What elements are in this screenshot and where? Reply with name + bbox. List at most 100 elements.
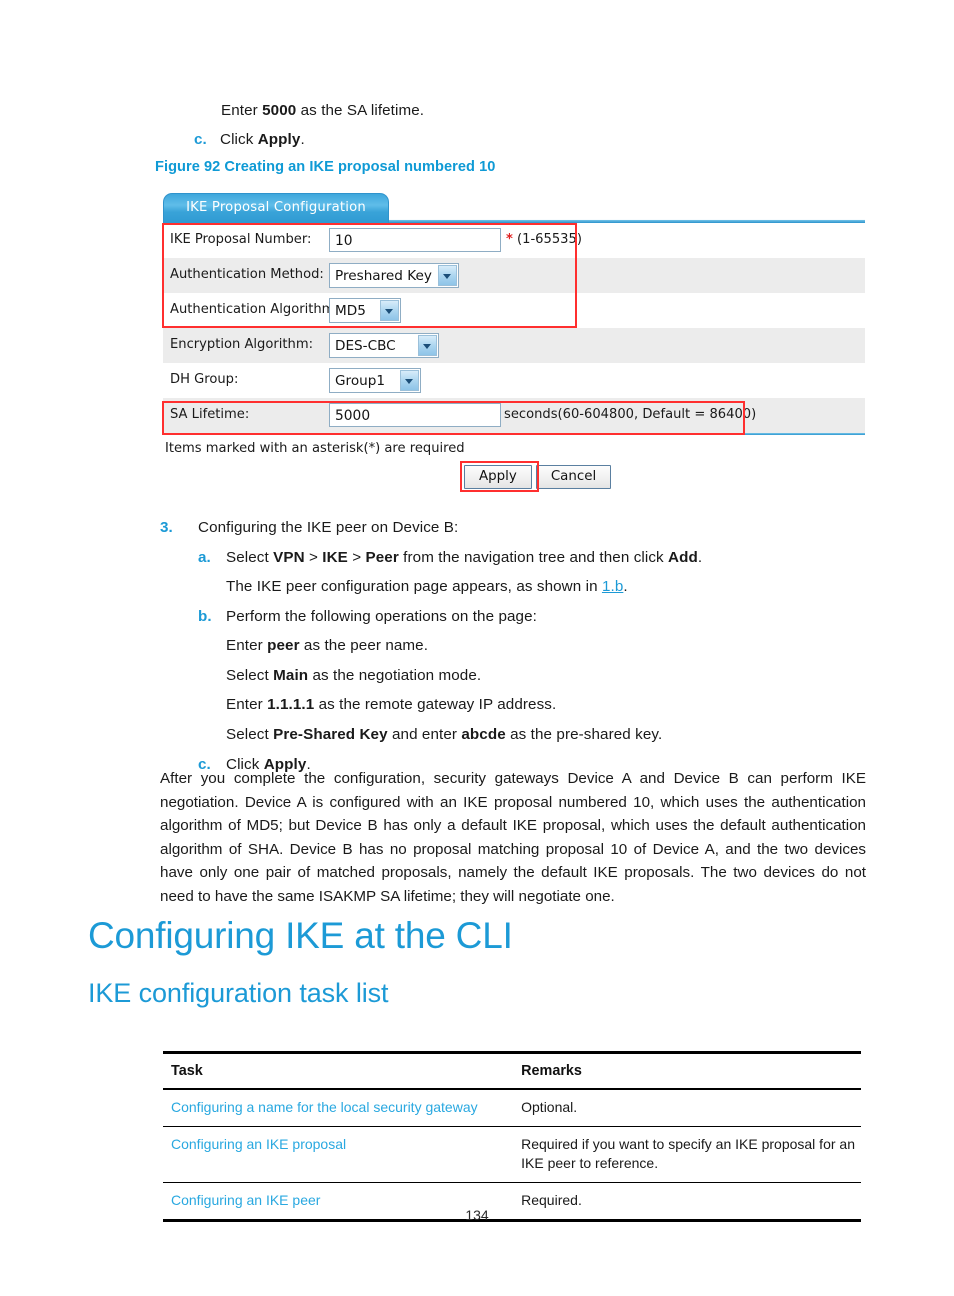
- step-3a-b2: IKE: [322, 548, 348, 566]
- chevron-down-icon[interactable]: [438, 265, 457, 286]
- item-4-t2: and enter: [387, 725, 462, 743]
- item-2-b1: Main: [273, 666, 309, 684]
- item-4-t1: Select: [226, 725, 274, 743]
- table-header-row: Task Remarks: [163, 1051, 861, 1091]
- step-3a-b4: Add: [668, 548, 698, 566]
- step-3-title-row: 3. Configuring the IKE peer on Device B:: [160, 516, 880, 540]
- step-3a-t5: .: [697, 548, 703, 566]
- step-c-bold: Apply: [257, 131, 301, 148]
- chevron-down-icon[interactable]: [380, 300, 399, 321]
- step-3b-row: b. Perform the following operations on th…: [160, 605, 880, 629]
- instruction-enter-sa-lifetime: Enter 5000 as the SA lifetime.: [221, 99, 424, 123]
- item-4-b2: abcde: [461, 725, 506, 743]
- section-heading-1: Configuring IKE at the CLI: [88, 915, 513, 956]
- chevron-down-icon[interactable]: [418, 335, 437, 356]
- table-row: Configuring a name for the local securit…: [163, 1089, 861, 1127]
- step-3a-t4: from the navigation tree and then click: [398, 548, 669, 566]
- item-4-b1: Pre-Shared Key: [273, 725, 388, 743]
- task-list-table: Task Remarks Configuring a name for the …: [163, 1051, 861, 1222]
- step-c-click-apply: c. Click Apply.: [194, 128, 305, 152]
- select-encryption-algorithm-value: DES-CBC: [335, 338, 396, 354]
- hint-sa-lifetime: seconds(60-604800, Default = 86400): [504, 407, 757, 422]
- table-header-remarks: Remarks: [513, 1051, 861, 1091]
- figure-bottom-accent-line: [163, 433, 865, 435]
- instruction-text-prefix: Enter: [221, 102, 263, 119]
- task-link-local-security-gateway[interactable]: Configuring a name for the local securit…: [171, 1099, 478, 1115]
- step-3b-item-1: Enter peer as the peer name.: [160, 634, 880, 658]
- form-rows: IKE Proposal Number: 10 * (1-65535) Auth…: [163, 223, 865, 433]
- step-3a-b1: VPN: [273, 548, 305, 566]
- table-cell-task: Configuring an IKE proposal: [163, 1126, 514, 1183]
- step-marker-3a: a.: [198, 548, 211, 566]
- item-3-t1: Enter: [226, 696, 268, 714]
- input-sa-lifetime[interactable]: 5000: [329, 403, 501, 427]
- step-3a-row: a. Select VPN > IKE > Peer from the navig…: [160, 546, 880, 570]
- step-3-block: 3. Configuring the IKE peer on Device B: …: [160, 516, 880, 776]
- chevron-down-icon[interactable]: [400, 370, 419, 391]
- step-3b-text: Perform the following operations on the …: [226, 607, 537, 625]
- select-dh-group-value: Group1: [335, 373, 386, 389]
- table-cell-remarks: Required if you want to specify an IKE p…: [513, 1126, 861, 1183]
- select-authentication-method[interactable]: Preshared Key: [329, 263, 459, 288]
- tab-label: IKE Proposal Configuration: [186, 200, 366, 215]
- select-authentication-method-value: Preshared Key: [335, 268, 432, 284]
- section-heading-2: IKE configuration task list: [88, 978, 389, 1008]
- figure-ike-proposal-configuration: IKE Proposal Configuration IKE Proposal …: [162, 193, 865, 503]
- document-page: Enter 5000 as the SA lifetime. c. Click A…: [0, 0, 954, 1296]
- tab-ike-proposal-configuration[interactable]: IKE Proposal Configuration: [163, 193, 389, 223]
- step-c-prefix: Click: [220, 131, 258, 148]
- hint-ike-proposal-number: * (1-65535): [506, 232, 582, 247]
- select-dh-group[interactable]: Group1: [329, 368, 421, 393]
- step-3-title: Configuring the IKE peer on Device B:: [198, 519, 459, 536]
- form-row-encryption-algorithm: Encryption Algorithm: DES-CBC: [163, 328, 865, 363]
- figure-required-note: Items marked with an asterisk(*) are req…: [165, 441, 465, 456]
- hint-range-text: (1-65535): [512, 232, 582, 247]
- task-link-ike-peer[interactable]: Configuring an IKE peer: [171, 1192, 320, 1208]
- step-3a-note-row: The IKE peer configuration page appears,…: [160, 575, 880, 599]
- form-row-sa-lifetime: SA Lifetime: 5000 seconds(60-604800, Def…: [163, 398, 865, 433]
- table-row: Configuring an IKE proposal Required if …: [163, 1126, 861, 1183]
- select-encryption-algorithm[interactable]: DES-CBC: [329, 333, 439, 358]
- form-row-ike-proposal-number: IKE Proposal Number: 10 * (1-65535): [163, 223, 865, 258]
- apply-button[interactable]: Apply: [464, 465, 532, 489]
- table-cell-task: Configuring a name for the local securit…: [163, 1089, 514, 1127]
- required-asterisk-icon: *: [506, 232, 513, 247]
- input-ike-proposal-number[interactable]: 10: [329, 228, 501, 252]
- figure-button-bar: Apply Cancel: [464, 465, 615, 489]
- step-3a-t3: >: [347, 548, 366, 566]
- step-3a-t1: Select: [226, 548, 274, 566]
- item-2-t2: as the negotiation mode.: [308, 666, 482, 684]
- item-3-b1: 1.1.1.1: [267, 696, 315, 714]
- select-authentication-algorithm[interactable]: MD5: [329, 298, 401, 323]
- item-1-t1: Enter: [226, 637, 268, 655]
- cancel-button[interactable]: Cancel: [535, 465, 612, 489]
- step-c-suffix: .: [300, 131, 305, 148]
- figure-caption: Figure 92 Creating an IKE proposal numbe…: [155, 159, 496, 175]
- step-3a-note-t2: .: [623, 578, 628, 596]
- label-ike-proposal-number: IKE Proposal Number:: [170, 232, 312, 247]
- label-sa-lifetime: SA Lifetime:: [170, 407, 250, 422]
- instruction-bold-value: 5000: [262, 102, 297, 119]
- task-link-ike-proposal[interactable]: Configuring an IKE proposal: [171, 1136, 346, 1152]
- summary-paragraph: After you complete the configuration, se…: [160, 770, 866, 905]
- item-4-t3: as the pre-shared key.: [505, 725, 663, 743]
- instruction-text-suffix: as the SA lifetime.: [296, 102, 425, 119]
- table-header-task: Task: [163, 1051, 514, 1091]
- step-3a-t2: >: [304, 548, 323, 566]
- step-3b-item-3: Enter 1.1.1.1 as the remote gateway IP a…: [160, 693, 880, 717]
- item-3-t2: as the remote gateway IP address.: [314, 696, 557, 714]
- step-marker-3b: b.: [198, 607, 212, 625]
- table-cell-remarks: Optional.: [513, 1089, 861, 1127]
- item-1-b1: peer: [267, 637, 300, 655]
- step-3a-b3: Peer: [365, 548, 399, 566]
- cross-reference-link-1b[interactable]: 1.b: [602, 578, 623, 595]
- step-3b-item-2: Select Main as the negotiation mode.: [160, 664, 880, 688]
- select-authentication-algorithm-value: MD5: [335, 303, 366, 319]
- step-marker-c: c.: [194, 131, 207, 148]
- step-3a-note-t1: The IKE peer configuration page appears,…: [226, 578, 602, 596]
- item-1-t2: as the peer name.: [299, 637, 429, 655]
- label-encryption-algorithm: Encryption Algorithm:: [170, 337, 313, 352]
- form-row-authentication-algorithm: Authentication Algorithm: MD5: [163, 293, 865, 328]
- page-number: 134: [465, 1207, 489, 1223]
- label-authentication-method: Authentication Method:: [170, 267, 324, 282]
